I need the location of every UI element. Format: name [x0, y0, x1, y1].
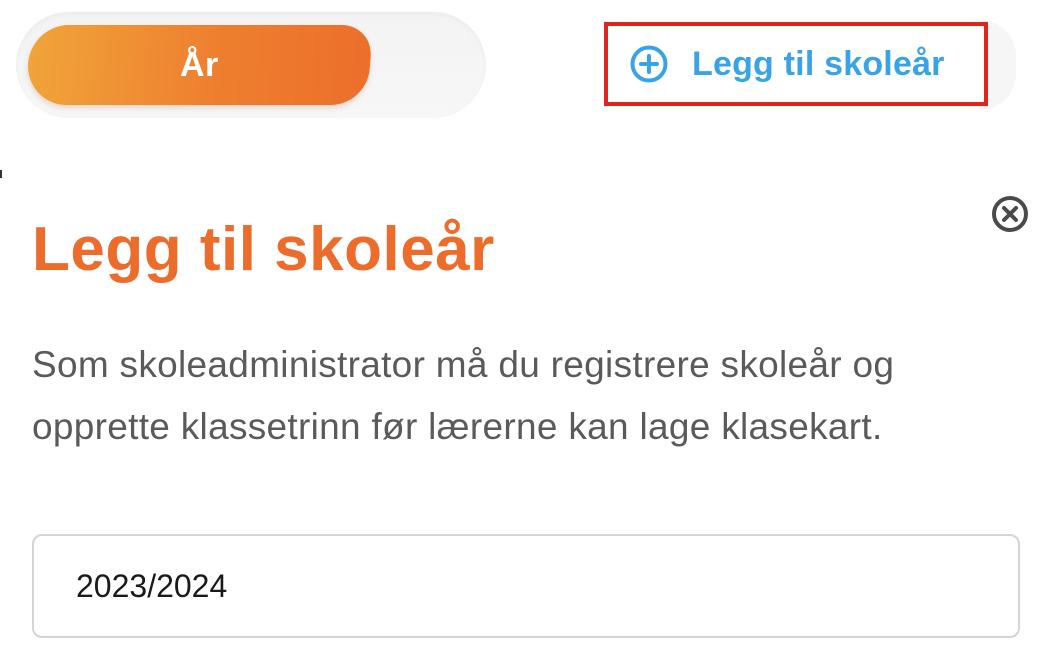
tab-year-label: År: [179, 45, 219, 84]
school-year-input[interactable]: [32, 534, 1020, 638]
dialog-description: Som skoleadministrator må du registrere …: [32, 344, 895, 447]
add-school-year-highlight: Legg til skoleår: [604, 22, 988, 106]
add-school-year-button[interactable]: Legg til skoleår: [608, 26, 984, 102]
close-circle-icon[interactable]: [990, 194, 1030, 234]
dialog-title: Legg til skoleår: [32, 215, 495, 284]
plus-circle-icon: [630, 45, 668, 83]
tab-year[interactable]: År: [25, 25, 373, 105]
page: År Legg til skoleår Legg til skoleår Som…: [0, 0, 1048, 664]
add-school-year-label: Legg til skoleår: [692, 44, 945, 83]
edge-mark: [0, 170, 2, 178]
